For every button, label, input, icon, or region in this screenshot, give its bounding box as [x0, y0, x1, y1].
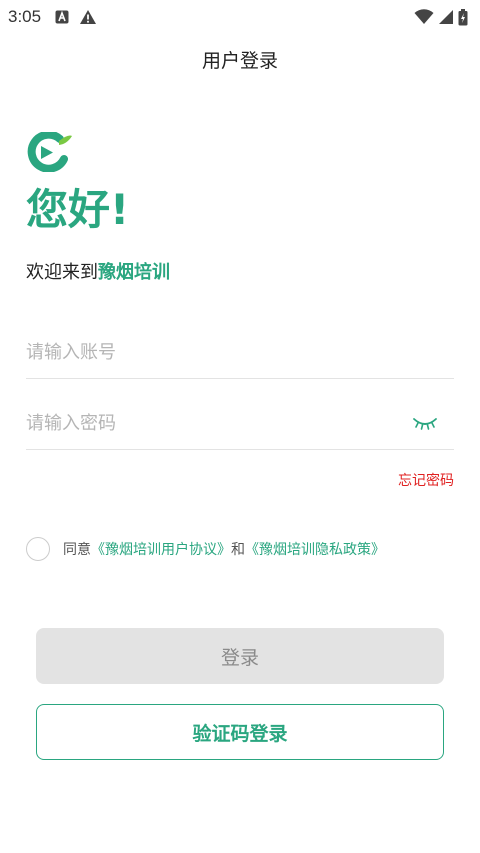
status-right-icons [414, 8, 468, 26]
welcome-text: 欢迎来到豫烟培训 [26, 258, 170, 284]
login-screen: 3:05 用户登录 您好! 欢迎来到豫烟培训 请输入账号 忘记密码 同意《豫烟培… [0, 0, 480, 853]
agreement-row: 同意《豫烟培训用户协议》和《豫烟培训隐私政策》 [26, 537, 385, 561]
eye-closed-icon[interactable] [412, 414, 438, 432]
account-input[interactable] [26, 342, 454, 363]
password-field-row [26, 398, 454, 450]
agreement-checkbox[interactable] [26, 537, 50, 561]
agreement-text: 同意《豫烟培训用户协议》和《豫烟培训隐私政策》 [63, 539, 385, 559]
account-field-row [26, 327, 454, 379]
agreement-conjunction: 和 [231, 542, 245, 558]
status-left-icons [55, 9, 97, 25]
notification-a-icon [55, 10, 69, 24]
password-input[interactable] [26, 413, 454, 434]
forgot-password-link[interactable]: 忘记密码 [398, 470, 454, 490]
app-logo-icon [27, 132, 72, 172]
battery-icon [458, 8, 468, 25]
status-time: 3:05 [8, 7, 42, 26]
welcome-prefix: 欢迎来到 [26, 262, 98, 283]
page-title: 用户登录 [201, 50, 278, 72]
status-bar: 3:05 [0, 0, 480, 34]
agreement-prefix: 同意 [63, 542, 91, 558]
signal-icon [439, 10, 453, 24]
login-button[interactable]: 登录 [36, 628, 444, 684]
wifi-icon [414, 9, 434, 24]
greeting-heading: 您好! [26, 185, 130, 234]
code-login-button[interactable]: 验证码登录 [36, 704, 444, 760]
brand-name: 豫烟培训 [98, 262, 170, 283]
warning-icon [80, 10, 97, 24]
user-agreement-link[interactable]: 《豫烟培训用户协议》 [91, 542, 231, 558]
privacy-policy-link[interactable]: 《豫烟培训隐私政策》 [245, 542, 385, 558]
